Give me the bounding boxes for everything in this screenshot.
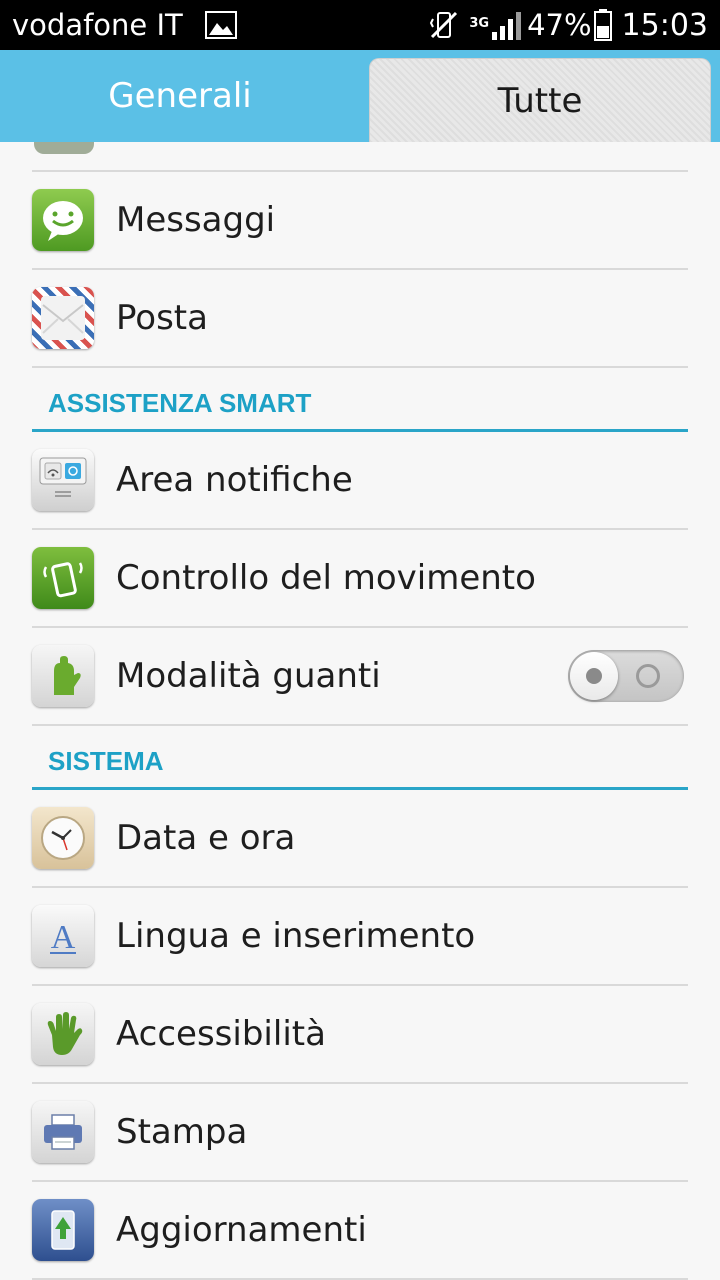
motion-control-icon [32, 547, 94, 609]
tab-generali[interactable]: Generali [0, 50, 360, 142]
battery-percent: 47% [527, 8, 592, 42]
glove-mode-icon [32, 645, 94, 707]
item-label: Lingua e inserimento [116, 916, 476, 956]
notification-area-icon [32, 449, 94, 511]
section-header-sistema: SISTEMA [32, 740, 688, 790]
signal-icon: 3G [469, 10, 522, 40]
section-header-assistenza-smart: ASSISTENZA SMART [32, 382, 688, 432]
item-label: Area notifiche [116, 460, 353, 500]
image-notification-icon [204, 11, 237, 39]
item-label: Modalità guanti [116, 656, 381, 696]
list-item-posta[interactable]: Posta [32, 270, 688, 368]
mail-icon [32, 287, 94, 349]
item-label: Accessibilità [116, 1014, 326, 1054]
toggle-off-indicator [636, 664, 660, 688]
list-item-lingua-inserimento[interactable]: A Lingua e inserimento [32, 888, 688, 986]
list-item-data-ora[interactable]: Data e ora [32, 790, 688, 888]
list-item-accessibilita[interactable]: Accessibilità [32, 986, 688, 1084]
list-item-area-notifiche[interactable]: Area notifiche [32, 432, 688, 530]
messages-icon [32, 189, 94, 251]
item-label: Stampa [116, 1112, 248, 1152]
update-icon [32, 1199, 94, 1261]
battery-icon [593, 9, 612, 41]
item-label: Data e ora [116, 818, 296, 858]
list-item-messaggi[interactable]: Messaggi [32, 172, 688, 270]
glove-mode-toggle[interactable] [568, 650, 684, 702]
svg-text:A: A [51, 919, 76, 956]
hand-icon [32, 1003, 94, 1065]
item-label: Controllo del movimento [116, 558, 536, 598]
tab-tutte[interactable]: Tutte [369, 58, 711, 142]
toggle-knob [570, 652, 618, 700]
tab-bar: Generali Tutte [0, 50, 720, 142]
language-icon: A [32, 905, 94, 967]
list-item-controllo-movimento[interactable]: Controllo del movimento [32, 530, 688, 628]
network-type: 3G [469, 16, 490, 31]
carrier-name: vodafone IT [12, 8, 183, 42]
item-label: Messaggi [116, 200, 276, 240]
printer-icon [32, 1101, 94, 1163]
partial-app-icon [34, 142, 94, 154]
list-item-modalita-guanti[interactable]: Modalità guanti [32, 628, 688, 726]
vibrate-off-icon [429, 9, 459, 41]
list-item-stampa[interactable]: Stampa [32, 1084, 688, 1182]
list-item-partial[interactable] [32, 142, 688, 172]
clock: 15:03 [621, 7, 708, 43]
status-bar: vodafone IT 3G 47% 15:03 [0, 0, 720, 50]
list-item-aggiornamenti[interactable]: Aggiornamenti [32, 1182, 688, 1280]
item-label: Aggiornamenti [116, 1210, 367, 1250]
item-label: Posta [116, 298, 208, 338]
clock-icon [32, 807, 94, 869]
